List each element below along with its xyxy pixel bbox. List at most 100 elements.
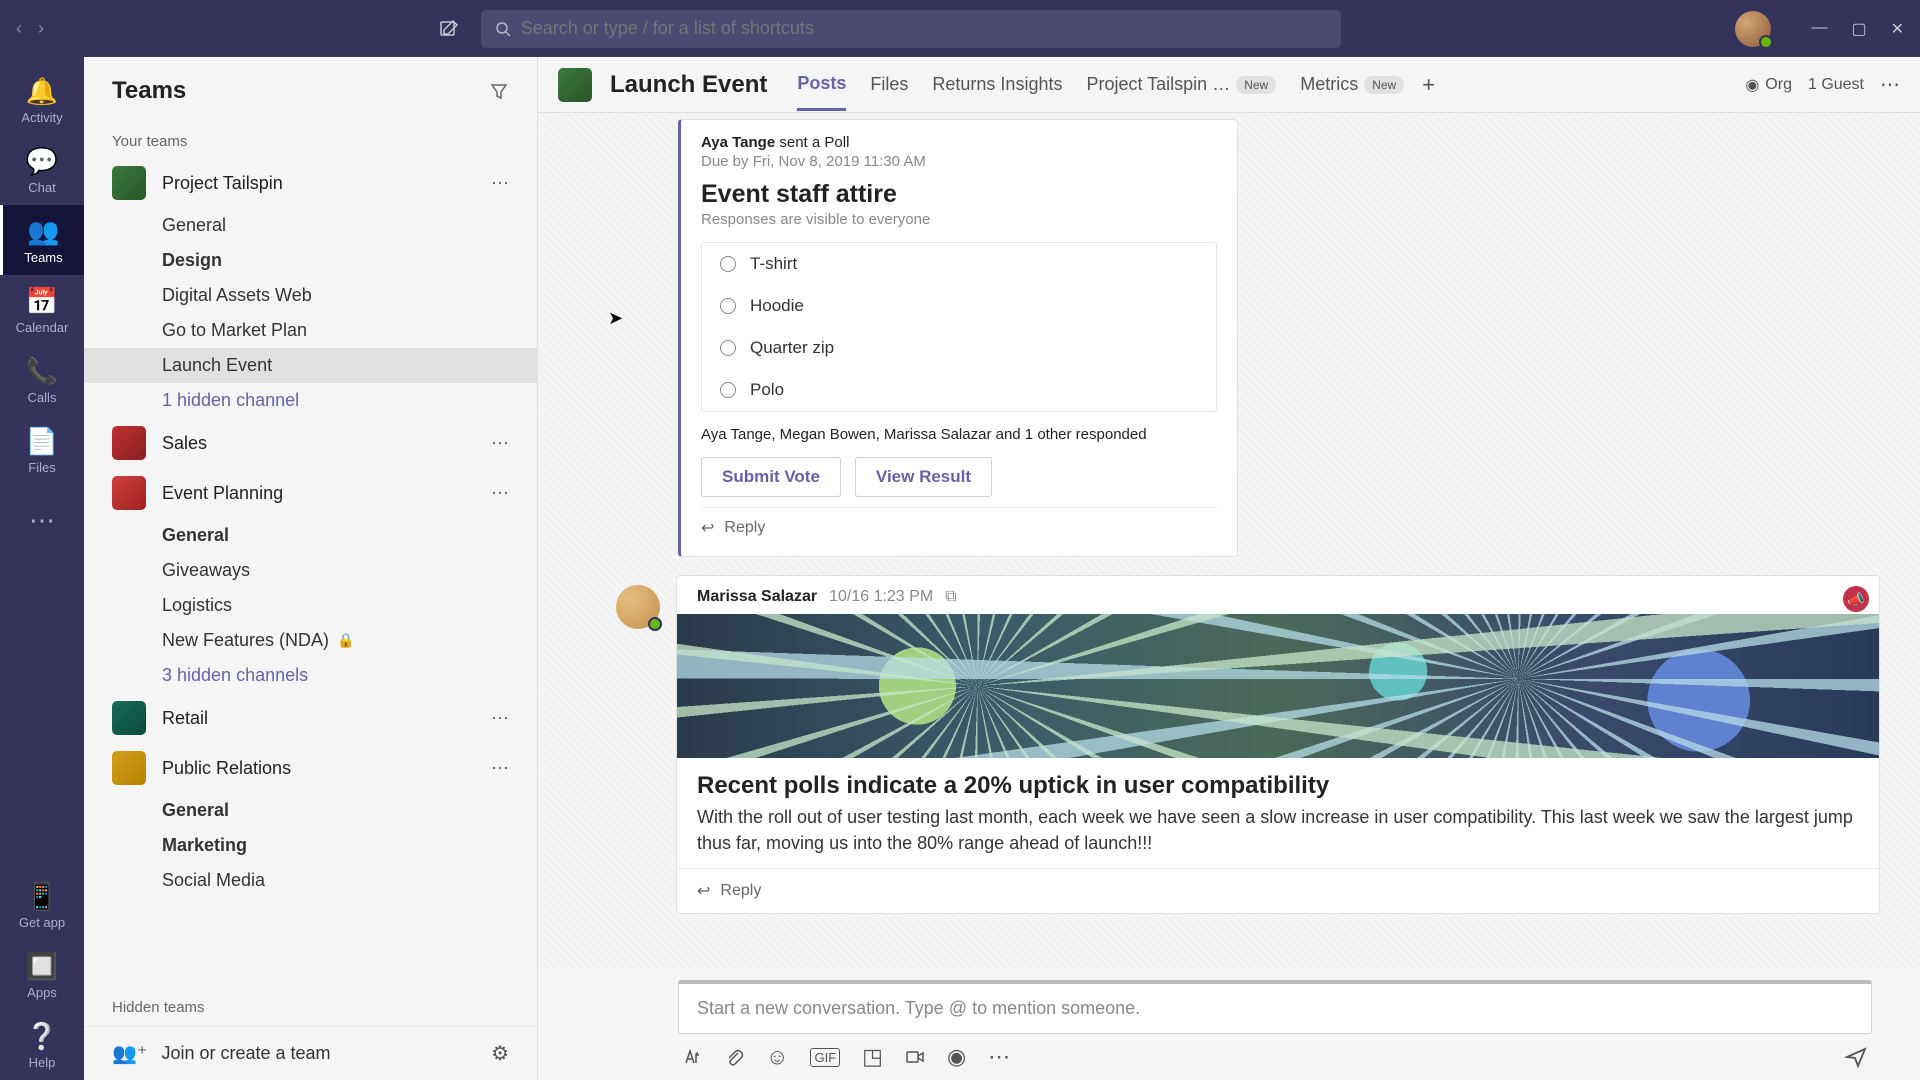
team-icon bbox=[112, 476, 146, 510]
tab-label: Metrics bbox=[1300, 74, 1358, 95]
channel-item[interactable]: General bbox=[84, 208, 537, 243]
poll-reply-button[interactable]: ↩Reply bbox=[701, 507, 1217, 548]
team-row[interactable]: Retail⋯ bbox=[84, 693, 537, 743]
team-more-icon[interactable]: ⋯ bbox=[491, 433, 509, 454]
channel-item[interactable]: Launch Event bbox=[84, 348, 537, 383]
compose-toolbar: ☺ GIF ◳ ◉ ⋯ bbox=[678, 1034, 1872, 1070]
channel-item[interactable]: Giveaways bbox=[84, 553, 537, 588]
channel-item[interactable]: Go to Market Plan bbox=[84, 313, 537, 348]
gif-icon[interactable]: GIF bbox=[810, 1048, 840, 1067]
poll-due: Due by Fri, Nov 8, 2019 11:30 AM bbox=[701, 153, 1217, 170]
rail-chat[interactable]: 💬Chat bbox=[0, 135, 84, 205]
poll-option[interactable]: T-shirt bbox=[702, 243, 1216, 285]
compose-input[interactable]: Start a new conversation. Type @ to ment… bbox=[678, 980, 1872, 1034]
tab-files[interactable]: Files bbox=[870, 59, 908, 111]
attach-icon[interactable] bbox=[724, 1047, 744, 1067]
meet-now-icon[interactable] bbox=[905, 1047, 925, 1067]
rail-help[interactable]: ❔Help bbox=[0, 1010, 84, 1080]
add-tab-icon[interactable]: + bbox=[1422, 72, 1435, 98]
team-more-icon[interactable]: ⋯ bbox=[491, 708, 509, 729]
tab-label: Files bbox=[870, 74, 908, 95]
team-name: Sales bbox=[162, 433, 475, 454]
message-author-avatar[interactable] bbox=[616, 585, 660, 629]
new-chat-icon[interactable] bbox=[439, 19, 459, 39]
radio-icon bbox=[720, 340, 736, 356]
view-result-button[interactable]: View Result bbox=[855, 457, 992, 497]
team-more-icon[interactable]: ⋯ bbox=[491, 173, 509, 194]
channel-team-icon bbox=[558, 68, 592, 102]
channel-item[interactable]: Logistics bbox=[84, 588, 537, 623]
teams-sidebar: Teams Your teams Project Tailspin⋯Genera… bbox=[84, 57, 538, 1080]
poll-option[interactable]: Quarter zip bbox=[702, 327, 1216, 369]
submit-vote-button[interactable]: Submit Vote bbox=[701, 457, 841, 497]
rail-more[interactable]: ⋯ bbox=[0, 485, 84, 555]
new-badge: New bbox=[1364, 76, 1404, 94]
format-icon[interactable] bbox=[682, 1047, 702, 1067]
team-more-icon[interactable]: ⋯ bbox=[491, 483, 509, 504]
rail-calls[interactable]: 📞Calls bbox=[0, 345, 84, 415]
tab-metrics[interactable]: Metrics New bbox=[1300, 59, 1404, 111]
tab-posts[interactable]: Posts bbox=[797, 59, 846, 111]
copy-link-icon[interactable]: ⧉ bbox=[945, 588, 956, 606]
channel-item[interactable]: General bbox=[84, 518, 537, 553]
rail-calendar[interactable]: 📅Calendar bbox=[0, 275, 84, 345]
settings-icon[interactable]: ⚙ bbox=[491, 1041, 509, 1066]
poll-option-label: Quarter zip bbox=[750, 338, 834, 358]
guest-count[interactable]: 1 Guest bbox=[1808, 76, 1864, 94]
message-author[interactable]: Marissa Salazar bbox=[697, 588, 817, 606]
rail-get-app[interactable]: 📱Get app bbox=[0, 870, 84, 940]
poll-title: Event staff attire bbox=[701, 180, 1217, 209]
forward-icon[interactable]: › bbox=[38, 18, 44, 39]
more-options-icon[interactable]: ⋯ bbox=[1880, 72, 1900, 97]
org-visibility[interactable]: ◉Org bbox=[1745, 75, 1792, 95]
channel-item[interactable]: Marketing bbox=[84, 828, 537, 863]
channel-item[interactable]: Design bbox=[84, 243, 537, 278]
rail-files[interactable]: 📄Files bbox=[0, 415, 84, 485]
back-icon[interactable]: ‹ bbox=[16, 18, 22, 39]
rail-teams[interactable]: 👥Teams bbox=[0, 205, 84, 275]
ellipsis-icon: ⋯ bbox=[29, 505, 55, 536]
search-icon bbox=[495, 21, 511, 37]
user-avatar[interactable] bbox=[1735, 11, 1771, 47]
more-compose-icon[interactable]: ⋯ bbox=[988, 1044, 1010, 1070]
channel-label: Digital Assets Web bbox=[162, 285, 312, 306]
maximize-icon[interactable]: ▢ bbox=[1851, 19, 1866, 39]
rail-activity[interactable]: 🔔Activity bbox=[0, 65, 84, 135]
filter-icon[interactable] bbox=[489, 81, 509, 101]
channel-label: General bbox=[162, 525, 229, 546]
team-row[interactable]: Public Relations⋯ bbox=[84, 743, 537, 793]
emoji-icon[interactable]: ☺ bbox=[766, 1044, 788, 1070]
join-create-team[interactable]: Join or create a team bbox=[161, 1043, 330, 1064]
close-icon[interactable]: ✕ bbox=[1891, 19, 1904, 39]
channel-label: Launch Event bbox=[162, 355, 272, 376]
channel-label: Logistics bbox=[162, 595, 232, 616]
team-row[interactable]: Project Tailspin⋯ bbox=[84, 158, 537, 208]
minimize-icon[interactable]: — bbox=[1811, 19, 1827, 39]
search-input[interactable] bbox=[521, 18, 1327, 39]
channel-item[interactable]: General bbox=[84, 793, 537, 828]
team-icon bbox=[112, 701, 146, 735]
team-row[interactable]: Sales ⋯ bbox=[84, 418, 537, 468]
sticker-icon[interactable]: ◳ bbox=[862, 1044, 883, 1070]
hidden-teams-label[interactable]: Hidden teams bbox=[84, 989, 537, 1026]
messages-area[interactable]: Aya Tange sent a Poll Due by Fri, Nov 8,… bbox=[538, 113, 1920, 968]
team-row[interactable]: Event Planning⋯ bbox=[84, 468, 537, 518]
hidden-channels-link[interactable]: 1 hidden channel bbox=[84, 383, 537, 418]
reply-icon: ↩ bbox=[701, 518, 714, 538]
tab-returns-insights[interactable]: Returns Insights bbox=[932, 59, 1062, 111]
stream-icon[interactable]: ◉ bbox=[947, 1044, 966, 1070]
apps-icon: 🔲 bbox=[26, 951, 58, 982]
phone-icon: 📞 bbox=[26, 356, 58, 387]
channel-item[interactable]: New Features (NDA)🔒 bbox=[84, 623, 537, 658]
send-icon[interactable] bbox=[1844, 1045, 1868, 1069]
poll-option[interactable]: Hoodie bbox=[702, 285, 1216, 327]
message-reply-button[interactable]: ↩Reply bbox=[677, 868, 1879, 913]
poll-option[interactable]: Polo bbox=[702, 369, 1216, 411]
channel-item[interactable]: Digital Assets Web bbox=[84, 278, 537, 313]
search-box[interactable] bbox=[481, 10, 1341, 48]
team-more-icon[interactable]: ⋯ bbox=[491, 758, 509, 779]
rail-apps[interactable]: 🔲Apps bbox=[0, 940, 84, 1010]
channel-item[interactable]: Social Media bbox=[84, 863, 537, 898]
hidden-channels-link[interactable]: 3 hidden channels bbox=[84, 658, 537, 693]
tab-project-tailspin-[interactable]: Project Tailspin …New bbox=[1086, 59, 1276, 111]
